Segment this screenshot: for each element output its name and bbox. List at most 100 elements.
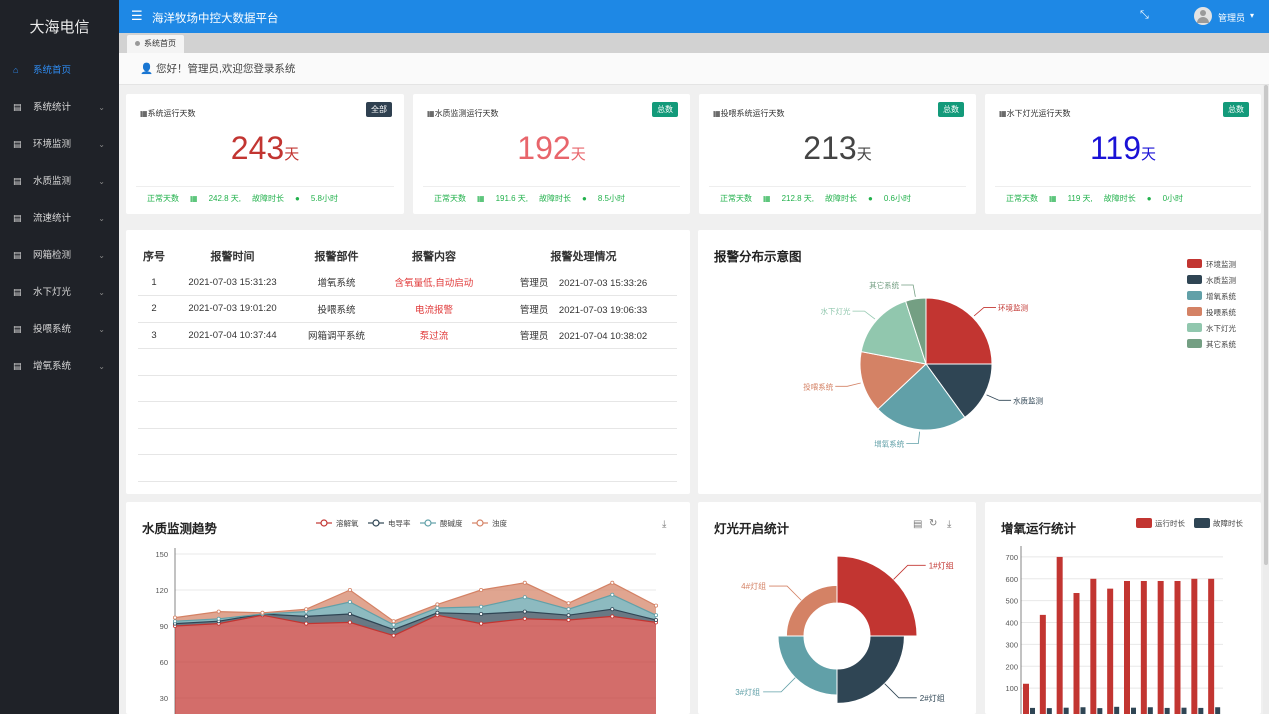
sidebar-item-water-quality[interactable]: ▤ 水质监测 ⌄ bbox=[0, 163, 119, 200]
bar-fault-time bbox=[1215, 707, 1221, 714]
cell-time: 2021-07-04 10:37:44 bbox=[170, 322, 295, 349]
user-icon: ● bbox=[295, 194, 300, 203]
data-point bbox=[435, 606, 440, 611]
bar-fault-time bbox=[1114, 706, 1120, 714]
y-tick-label: 120 bbox=[155, 586, 168, 595]
menu-toggle-icon[interactable]: ☰ bbox=[131, 8, 143, 24]
legend-label: 浊度 bbox=[492, 518, 507, 528]
data-point bbox=[173, 615, 178, 620]
stat-badge[interactable]: 总数 bbox=[652, 102, 678, 117]
caret-down-icon[interactable]: ▾ bbox=[1250, 11, 1254, 20]
chevron-down-icon: ⌄ bbox=[98, 325, 105, 334]
bar-run-time bbox=[1090, 578, 1097, 714]
bar-fault-time bbox=[1181, 707, 1187, 714]
app-title: 海洋牧场中控大数据平台 bbox=[152, 13, 279, 25]
cell-content: 含氧量低,自动启动 bbox=[378, 269, 490, 296]
rose-label: 1#灯组 bbox=[929, 560, 954, 570]
sidebar-item-system-stats[interactable]: ▤ 系统统计 ⌄ bbox=[0, 89, 119, 126]
sidebar-item-home[interactable]: ⌂ 系统首页 bbox=[0, 52, 119, 89]
cell-handling: 管理员 2021-07-03 15:33:26 bbox=[490, 269, 677, 296]
table-empty-row bbox=[138, 428, 677, 429]
y-tick-label: 60 bbox=[160, 658, 168, 667]
cell-time: 2021-07-03 15:31:23 bbox=[170, 269, 295, 296]
y-tick-label: 200 bbox=[1005, 662, 1018, 671]
stat-badge[interactable]: 总数 bbox=[1223, 102, 1249, 117]
stat-value: 192天 bbox=[517, 130, 586, 166]
bar-fault-time bbox=[1164, 707, 1170, 714]
sidebar-item-flow-stats[interactable]: ▤ 流速统计 ⌄ bbox=[0, 200, 119, 237]
table-header-row: 序号 报警时间 报警部件 报警内容 报警处理情况 bbox=[138, 243, 677, 269]
y-tick-label: 30 bbox=[160, 694, 168, 703]
data-point bbox=[347, 620, 352, 625]
sidebar-item-environment[interactable]: ▤ 环境监测 ⌄ bbox=[0, 126, 119, 163]
fullscreen-exit-icon[interactable]: ⤡ bbox=[1140, 9, 1149, 22]
sidebar-item-label: 水质监测 bbox=[33, 176, 72, 187]
user-icon: ● bbox=[582, 194, 587, 203]
stat-badge[interactable]: 全部 bbox=[366, 102, 392, 117]
legend-swatch bbox=[1187, 307, 1202, 316]
data-point bbox=[391, 627, 396, 632]
y-tick-label: 400 bbox=[1005, 619, 1018, 628]
cell-part: 网箱调平系统 bbox=[295, 322, 378, 349]
sidebar: 大海电信 ⌂ 系统首页 ▤ 系统统计 ⌄ ▤ 环境监测 ⌄ ▤ 水质监测 ⌄ ▤ 流速统计 ⌄ ▤… bbox=[0, 0, 119, 714]
legend-swatch bbox=[1187, 275, 1202, 284]
sidebar-item-cage-detection[interactable]: ▤ 网箱检测 ⌄ bbox=[0, 237, 119, 274]
column-header: 报警时间 bbox=[210, 251, 255, 263]
scrollbar-thumb[interactable] bbox=[1264, 85, 1268, 565]
data-point bbox=[216, 609, 221, 614]
calendar-icon: ▦ bbox=[763, 194, 771, 203]
data-point bbox=[216, 616, 221, 621]
top-bar: ☰ 海洋牧场中控大数据平台 ⤡ 管理员 ▾ bbox=[119, 0, 1269, 33]
data-point bbox=[654, 618, 659, 623]
document-icon: ▤ bbox=[13, 102, 22, 112]
calendar-icon: ▦ bbox=[1049, 194, 1057, 203]
bar-run-time bbox=[1073, 593, 1080, 714]
table-row[interactable]: 1 2021-07-03 15:31:23 增氧系统 含氧量低,自动启动 管理员… bbox=[138, 269, 677, 296]
data-point bbox=[260, 610, 265, 615]
stat-footer: 正常天数 ▦ 242.8 天, 故障时长 ● 5.8小时 bbox=[147, 194, 338, 203]
bar-fault-time bbox=[1131, 707, 1136, 714]
document-icon: ▤ bbox=[13, 361, 22, 371]
data-point bbox=[391, 633, 396, 638]
sidebar-item-label: 投喂系统 bbox=[33, 324, 72, 335]
table-row[interactable]: 2 2021-07-03 19:01:20 投喂系统 电流报警 管理员 2021… bbox=[138, 295, 677, 323]
rose-label: 3#灯组 bbox=[735, 687, 760, 697]
stat-card-system: ▦系统运行天数 全部 243天 正常天数 ▦ 242.8 天, 故障时长 ● 5.8小时 bbox=[126, 94, 404, 214]
calendar-icon: ▦ bbox=[477, 194, 485, 203]
tab-dot-icon bbox=[135, 41, 140, 47]
welcome-bar: 👤 您好！管理员,欢迎您登录系统 bbox=[119, 53, 1269, 85]
pie-label: 其它系统 bbox=[869, 280, 899, 290]
sidebar-item-underwater-light[interactable]: ▤ 水下灯光 ⌄ bbox=[0, 274, 119, 311]
user-name[interactable]: 管理员 bbox=[1218, 11, 1245, 24]
sidebar-item-label: 水下灯光 bbox=[33, 287, 72, 298]
page-scrollbar[interactable] bbox=[1263, 85, 1269, 714]
tab-home[interactable]: 系统首页 bbox=[127, 35, 184, 53]
pie-label-line bbox=[835, 382, 861, 387]
tab-label: 系统首页 bbox=[144, 39, 176, 48]
legend-swatch bbox=[1194, 518, 1210, 528]
column-header: 序号 bbox=[143, 251, 165, 263]
divider bbox=[423, 186, 680, 187]
app-logo: 大海电信 bbox=[29, 19, 90, 36]
sidebar-item-oxygenation[interactable]: ▤ 增氧系统 ⌄ bbox=[0, 348, 119, 385]
table-row[interactable]: 3 2021-07-04 10:37:44 网箱调平系统 泵过流 管理员 202… bbox=[138, 322, 677, 349]
sidebar-item-feeding[interactable]: ▤ 投喂系统 ⌄ bbox=[0, 311, 119, 348]
pie-label-line bbox=[973, 307, 996, 317]
rose-label-line bbox=[763, 677, 796, 693]
tab-bar: 系统首页 bbox=[119, 33, 1269, 53]
y-tick-label: 700 bbox=[1005, 553, 1018, 562]
table-empty-row bbox=[138, 401, 677, 402]
cell-time: 2021-07-03 19:01:20 bbox=[170, 295, 295, 323]
y-tick-label: 300 bbox=[1005, 640, 1018, 649]
cell-part: 增氧系统 bbox=[295, 269, 378, 296]
legend-label: 酸碱度 bbox=[440, 518, 463, 528]
stat-badge[interactable]: 总数 bbox=[938, 102, 964, 117]
document-icon: ▤ bbox=[13, 324, 22, 334]
user-avatar[interactable] bbox=[1194, 7, 1212, 25]
legend-marker bbox=[476, 519, 484, 527]
stat-card-feeding: ▦投喂系统运行天数 总数 213天 正常天数 ▦ 212.8 天, 故障时长 ● 0.6小… bbox=[699, 94, 976, 214]
chevron-down-icon: ⌄ bbox=[98, 177, 105, 186]
data-point bbox=[173, 619, 178, 624]
calendar-icon: ▦ bbox=[427, 109, 435, 118]
y-tick-label: 150 bbox=[155, 550, 168, 559]
